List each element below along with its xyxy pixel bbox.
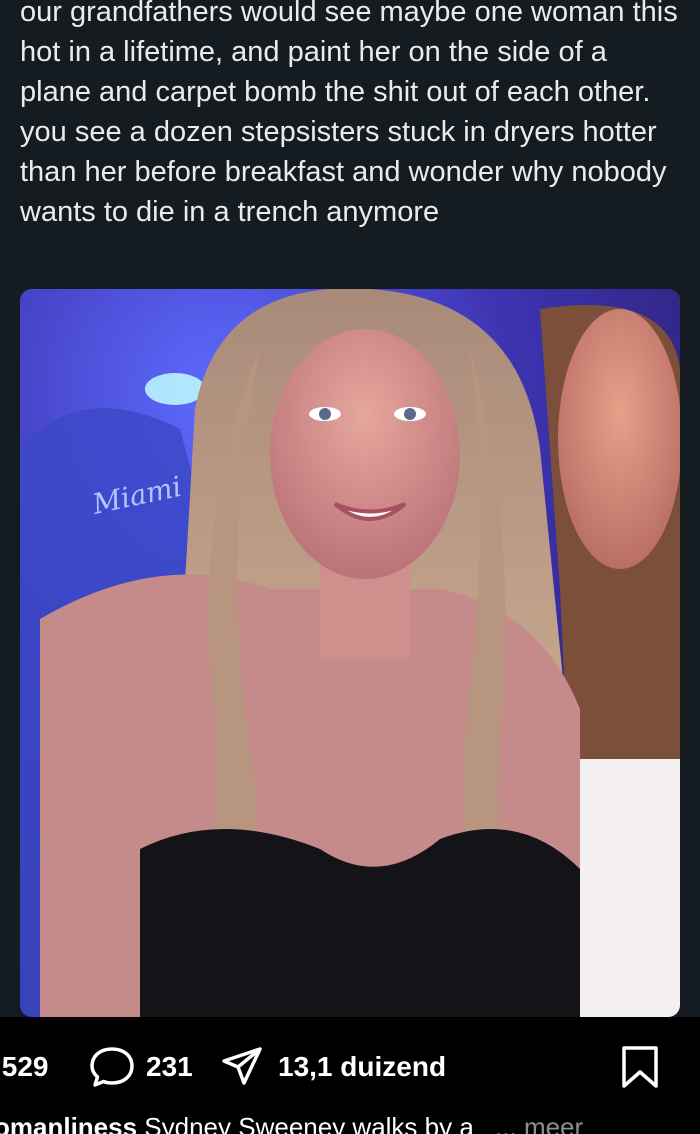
caption-username[interactable]: omanliness [0, 1112, 137, 1134]
bookmark-icon [622, 1046, 658, 1088]
likes-count[interactable]: .529 [0, 1045, 49, 1089]
caption-more-link[interactable]: ... meer [495, 1112, 583, 1134]
share-button[interactable]: 13,1 duizend [220, 1045, 446, 1089]
shares-count: 13,1 duizend [278, 1051, 447, 1082]
post-actions: .529 231 13,1 duizend [0, 1045, 700, 1089]
photo-illustration: Miami [20, 289, 680, 1017]
caption-text: Sydney Sweeney walks by a [144, 1112, 474, 1134]
comments-count: 231 [146, 1051, 193, 1082]
comment-button[interactable]: 231 [88, 1045, 193, 1089]
post-screen: our grandfathers would see maybe one wom… [0, 0, 700, 1134]
post-action-bar: .529 231 13,1 duizend omanliness [0, 1017, 700, 1134]
send-plane-icon [222, 1047, 262, 1085]
bookmark-button[interactable] [620, 1045, 660, 1089]
post-text: our grandfathers would see maybe one wom… [20, 0, 686, 228]
post-caption: omanliness Sydney Sweeney walks by a ...… [0, 1112, 583, 1134]
post-photo[interactable]: Miami [20, 289, 680, 1017]
comment-bubble-icon [90, 1047, 134, 1087]
